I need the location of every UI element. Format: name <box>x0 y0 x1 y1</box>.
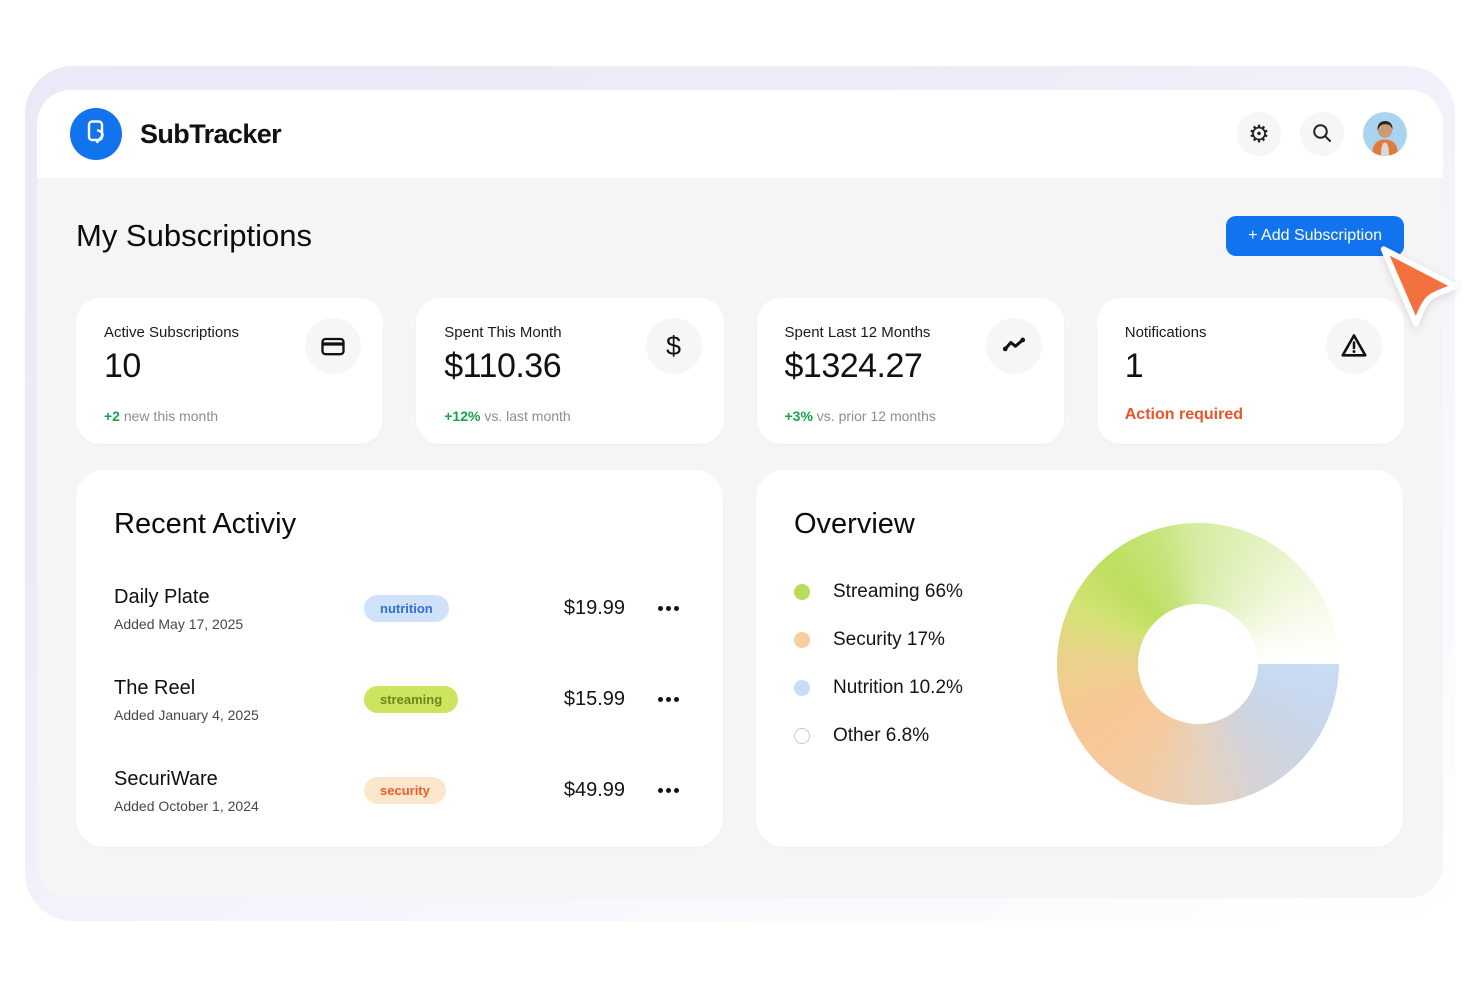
stat-card-notifications: Notifications 1 Action required <box>1097 298 1404 444</box>
subscription-price: $15.99 <box>529 688 625 711</box>
category-badge-cell: streaming <box>364 686 529 713</box>
subscription-added-date: Added January 4, 2025 <box>114 707 364 723</box>
donut-hole <box>1138 604 1258 724</box>
app-shell: SubTracker ⚙ <box>25 66 1455 921</box>
card-hand-icon <box>81 117 111 152</box>
stat-delta: +3% <box>785 408 813 424</box>
credit-card-icon <box>305 318 361 374</box>
panels-row: Recent Activiy Daily Plate Added May 17,… <box>76 470 1404 847</box>
stat-footnote: +3% vs. prior 12 months <box>785 408 936 424</box>
warning-triangle-icon <box>1326 318 1382 374</box>
legend-label: Nutrition 10.2% <box>833 677 963 699</box>
row-menu-button[interactable] <box>625 606 685 611</box>
settings-button[interactable]: ⚙ <box>1237 112 1281 156</box>
recent-activity-title: Recent Activiy <box>114 508 685 541</box>
recent-activity-panel: Recent Activiy Daily Plate Added May 17,… <box>76 470 723 847</box>
dollar-icon: $ <box>646 318 702 374</box>
ellipsis-icon <box>658 788 663 793</box>
stat-alert: Action required <box>1125 406 1243 424</box>
ellipsis-icon <box>658 606 663 611</box>
subscription-info: Daily Plate Added May 17, 2025 <box>114 586 364 632</box>
list-item: Daily Plate Added May 17, 2025 nutrition… <box>114 563 685 654</box>
app-logo <box>70 108 122 160</box>
search-icon <box>1311 122 1333 147</box>
stat-card-active-subscriptions: Active Subscriptions 10 +2 new this mont… <box>76 298 383 444</box>
legend-label: Other 6.8% <box>833 725 929 747</box>
subscription-price: $49.99 <box>529 779 625 802</box>
overview-title: Overview <box>794 508 1365 541</box>
category-badge-cell: security <box>364 777 529 804</box>
app-title: SubTracker <box>140 119 281 150</box>
stat-card-spent-12-months: Spent Last 12 Months $1324.27 +3% vs. pr… <box>757 298 1064 444</box>
subscription-info: The Reel Added January 4, 2025 <box>114 677 364 723</box>
list-item: The Reel Added January 4, 2025 streaming… <box>114 654 685 745</box>
donut-chart <box>1057 523 1339 805</box>
category-badge: security <box>364 777 446 804</box>
nutrition-dot-icon <box>794 680 810 696</box>
stat-note: vs. prior 12 months <box>813 408 936 424</box>
category-badge-cell: nutrition <box>364 595 529 622</box>
subscription-added-date: Added May 17, 2025 <box>114 616 364 632</box>
subscription-name: Daily Plate <box>114 586 364 609</box>
stat-delta: +12% <box>444 408 480 424</box>
subscription-added-date: Added October 1, 2024 <box>114 798 364 814</box>
category-badge: nutrition <box>364 595 449 622</box>
overview-panel: Overview Streaming 66% Security 17% N <box>756 470 1403 847</box>
page-head: My Subscriptions + Add Subscription <box>76 216 1404 256</box>
stat-footnote: +2 new this month <box>104 408 218 424</box>
trend-line-icon <box>986 318 1042 374</box>
add-subscription-button[interactable]: + Add Subscription <box>1226 216 1404 256</box>
subscription-info: SecuriWare Added October 1, 2024 <box>114 768 364 814</box>
search-button[interactable] <box>1300 112 1344 156</box>
stat-note: vs. last month <box>480 408 570 424</box>
app-window: SubTracker ⚙ <box>37 90 1443 898</box>
activity-list: Daily Plate Added May 17, 2025 nutrition… <box>114 563 685 836</box>
subscription-name: The Reel <box>114 677 364 700</box>
list-item: SecuriWare Added October 1, 2024 securit… <box>114 745 685 836</box>
stat-footnote: +12% vs. last month <box>444 408 570 424</box>
page-body: My Subscriptions + Add Subscription Acti… <box>37 178 1443 847</box>
stat-card-spent-this-month: Spent This Month $110.36 $ +12% vs. last… <box>416 298 723 444</box>
legend-label: Streaming 66% <box>833 581 963 603</box>
other-dot-icon <box>794 728 810 744</box>
legend-label: Security 17% <box>833 629 945 651</box>
ellipsis-icon <box>658 697 663 702</box>
stat-delta: +2 <box>104 408 120 424</box>
subscription-name: SecuriWare <box>114 768 364 791</box>
streaming-dot-icon <box>794 584 810 600</box>
avatar[interactable] <box>1363 112 1407 156</box>
gear-icon: ⚙ <box>1248 122 1270 146</box>
row-menu-button[interactable] <box>625 788 685 793</box>
category-badge: streaming <box>364 686 458 713</box>
page-title: My Subscriptions <box>76 218 312 254</box>
header: SubTracker ⚙ <box>37 90 1443 178</box>
row-menu-button[interactable] <box>625 697 685 702</box>
stat-note: new this month <box>120 408 218 424</box>
stats-row: Active Subscriptions 10 +2 new this mont… <box>76 298 1404 444</box>
security-dot-icon <box>794 632 810 648</box>
subscription-price: $19.99 <box>529 597 625 620</box>
